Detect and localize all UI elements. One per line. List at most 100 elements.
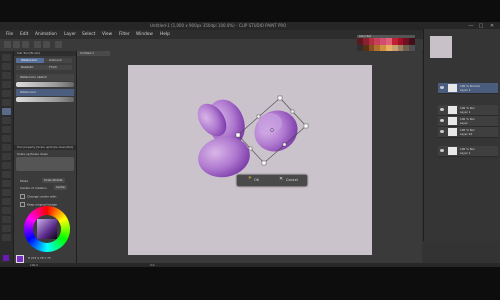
transform-handle[interactable] xyxy=(248,146,253,151)
airbrush-tool-icon[interactable] xyxy=(2,135,11,142)
tool-preview xyxy=(16,157,74,171)
change-center-label: Change center with xyxy=(27,194,57,199)
menu-edit[interactable]: Edit xyxy=(20,32,28,37)
angle-value[interactable]: 0.0 xyxy=(150,263,154,267)
zoom-tool-icon[interactable] xyxy=(2,54,11,61)
transform-handle[interactable] xyxy=(277,95,283,101)
saturation-value-square[interactable] xyxy=(37,219,57,239)
tool-property-tab[interactable]: Tool property [Scale up/Scale down/Rot] xyxy=(14,145,76,150)
sub-color-swatch[interactable] xyxy=(3,255,9,261)
menu-animation[interactable]: Animation xyxy=(35,32,57,37)
transform-handle[interactable] xyxy=(235,132,241,138)
eye-icon[interactable] xyxy=(440,86,444,89)
navigator-thumbnail[interactable] xyxy=(430,36,452,58)
layer-thumbnail xyxy=(448,117,457,125)
eye-icon[interactable] xyxy=(440,108,444,111)
layer-name: Layer 10 xyxy=(460,132,473,136)
brush-tool-icon[interactable] xyxy=(2,126,11,133)
gradient-tool-icon[interactable] xyxy=(2,180,11,187)
flower-artwork xyxy=(197,95,309,178)
sub-tool-tab[interactable]: Sub Tool [Brush] xyxy=(14,51,76,56)
clear-icon[interactable] xyxy=(55,41,62,48)
menu-file[interactable]: File xyxy=(6,32,13,37)
undo-icon[interactable] xyxy=(34,41,41,48)
figure-tool-icon[interactable] xyxy=(2,189,11,196)
layer-name: Layer xyxy=(460,121,468,125)
save-icon[interactable] xyxy=(22,41,29,48)
transform-handle[interactable] xyxy=(303,123,309,129)
flower-petals xyxy=(197,99,298,178)
layer-thumbnail xyxy=(448,84,457,92)
color-wheel[interactable] xyxy=(24,206,70,252)
window-title: Untitled-1 (1,000 x 900px 350dpi 100.0%)… xyxy=(150,23,287,28)
eraser-tool-icon[interactable] xyxy=(2,153,11,160)
move-tool-icon[interactable] xyxy=(2,63,11,70)
transform-handle[interactable] xyxy=(282,142,287,147)
subtool-realistic[interactable]: Realistic xyxy=(16,65,44,70)
menu-view[interactable]: View xyxy=(102,32,112,37)
layer-row[interactable]: 100 % Normal Layer 2 xyxy=(438,83,498,94)
menu-layer[interactable]: Layer xyxy=(64,32,76,37)
mode-select[interactable]: Scale /Rotate xyxy=(42,178,65,183)
ruler-tool-icon[interactable] xyxy=(2,207,11,214)
transform-handle[interactable] xyxy=(256,114,261,119)
new-icon[interactable] xyxy=(4,41,11,48)
layer-thumbnail xyxy=(448,128,457,136)
eye-icon[interactable] xyxy=(440,130,444,133)
menu-window[interactable]: Window xyxy=(136,32,153,37)
blend-tool-icon[interactable] xyxy=(2,162,11,169)
brush-item-watercolor-sketch[interactable]: Watercolor sketch xyxy=(16,74,74,81)
layer-thumbnail xyxy=(448,147,457,155)
ok-label[interactable]: OK xyxy=(254,178,259,182)
change-center-option[interactable]: Change center with xyxy=(20,194,56,199)
brush-stroke-preview xyxy=(16,82,74,87)
fill-tool-icon[interactable] xyxy=(2,171,11,178)
selection-tool-icon[interactable] xyxy=(2,81,11,88)
menu-select[interactable]: Select xyxy=(82,32,95,37)
auto-select-tool-icon[interactable] xyxy=(2,90,11,97)
status-bar: 100.0 0.0 xyxy=(0,263,500,267)
menu-filter[interactable]: Filter xyxy=(119,32,130,37)
open-icon[interactable] xyxy=(13,41,20,48)
color-set-grid xyxy=(357,38,415,51)
operation-tool-icon[interactable] xyxy=(2,72,11,79)
change-center-checkbox[interactable] xyxy=(20,194,25,199)
pencil-tool-icon[interactable] xyxy=(2,117,11,124)
subtool-thick[interactable]: Thick xyxy=(44,65,72,70)
frame-tool-icon[interactable] xyxy=(2,198,11,205)
petal-right-highlight xyxy=(258,113,282,133)
decoration-tool-icon[interactable] xyxy=(2,144,11,151)
balloon-tool-icon[interactable] xyxy=(2,225,11,232)
layer-row[interactable]: 100 % Nor Layer 1 xyxy=(438,146,498,157)
document-tab[interactable]: Untitled-1 xyxy=(77,51,110,56)
layer-row[interactable]: 100 % Nor Layer 10 xyxy=(438,127,498,138)
correct-line-tool-icon[interactable] xyxy=(2,234,11,241)
zoom-value[interactable]: 100.0 xyxy=(30,263,38,267)
canvas-paper[interactable] xyxy=(128,65,372,255)
cancel-icon[interactable]: ✕ xyxy=(279,176,283,182)
eyedropper-tool-icon[interactable] xyxy=(2,99,11,106)
cancel-label[interactable]: Cancel xyxy=(286,178,298,182)
eye-icon[interactable] xyxy=(440,119,444,122)
menu-help[interactable]: Help xyxy=(160,32,170,37)
main-color-swatch[interactable] xyxy=(16,255,24,263)
brush-item-watercolor[interactable]: Watercolor xyxy=(16,89,74,96)
keep-original-checkbox[interactable] xyxy=(20,202,25,207)
transform-handle[interactable] xyxy=(261,160,267,166)
text-tool-icon[interactable] xyxy=(2,216,11,223)
subtool-watercolor[interactable]: Watercolor xyxy=(16,58,44,63)
tool-palette xyxy=(0,51,14,263)
pen-tool-icon[interactable] xyxy=(2,108,11,115)
ok-icon[interactable]: ✳ xyxy=(248,176,252,181)
layer-name: Layer 1 xyxy=(460,151,471,155)
subtool-airbrush[interactable]: Airbrush xyxy=(44,58,72,63)
redo-icon[interactable] xyxy=(43,41,50,48)
center-select[interactable]: Center xyxy=(54,185,68,190)
layer-row[interactable]: 100 % Nor Layer 1 xyxy=(438,105,498,116)
transform-confirm-bar: ✳ OK ✕ Cancel xyxy=(237,175,307,186)
layer-name: Layer 1 xyxy=(460,110,471,114)
layer-row[interactable]: 100 % Nor Layer xyxy=(438,116,498,127)
eye-icon[interactable] xyxy=(440,149,444,152)
transform-handle[interactable] xyxy=(290,109,295,114)
layer-name: Layer 2 xyxy=(460,88,471,92)
